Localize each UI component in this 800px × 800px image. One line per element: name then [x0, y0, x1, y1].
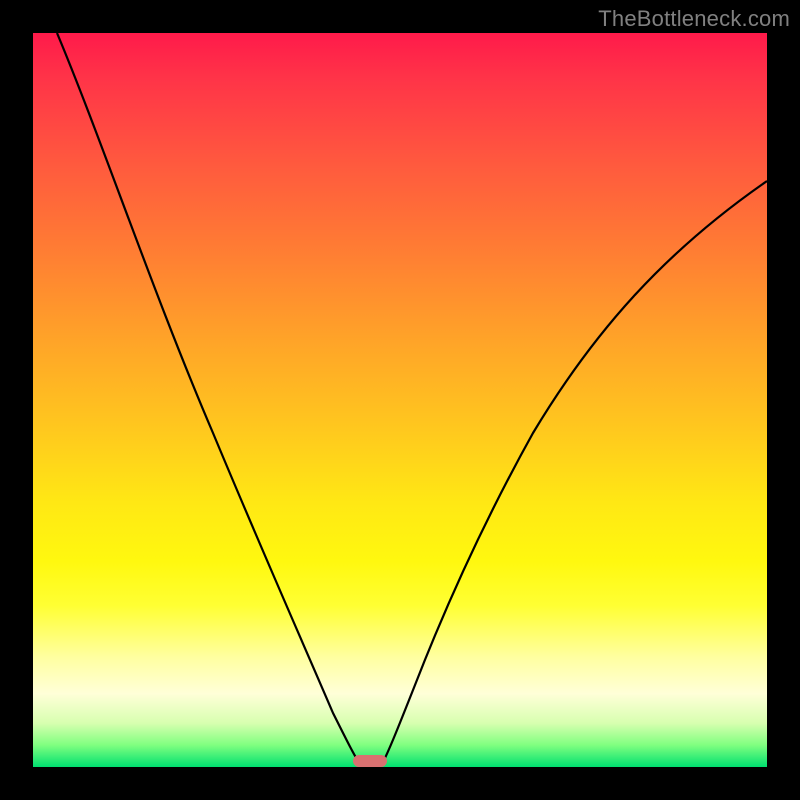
curve-layer: [33, 33, 767, 767]
chart-container: TheBottleneck.com: [0, 0, 800, 800]
watermark-text: TheBottleneck.com: [598, 6, 790, 32]
right-curve: [382, 181, 767, 764]
plot-area: [33, 33, 767, 767]
bottleneck-marker: [353, 755, 387, 767]
left-curve: [57, 33, 360, 764]
